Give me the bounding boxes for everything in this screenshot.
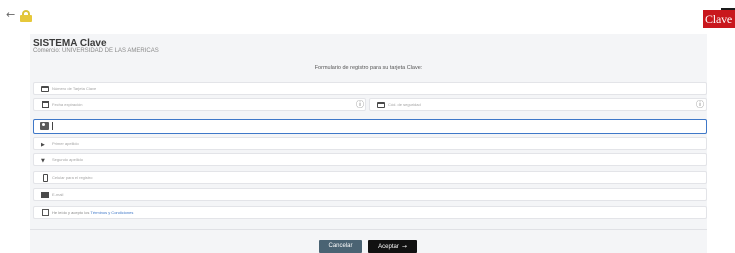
email-field[interactable]: E-mail [33, 188, 707, 201]
card-number-placeholder: Número de Tarjeta Clave [52, 86, 97, 91]
arrow-left-icon[interactable]: ← [6, 9, 15, 20]
divider [30, 229, 707, 230]
security-code-field[interactable]: Cód. de seguridad ⓘ [369, 98, 707, 111]
terms-checkbox[interactable] [42, 209, 49, 216]
mobile-placeholder: Celular para el registro [52, 175, 93, 180]
merchant-label: Comercio: UNIVERSIDAD DE LAS AMERICAS [33, 48, 159, 54]
email-placeholder: E-mail [52, 192, 64, 197]
terms-text: He leído y acepto los Términos y Condici… [52, 210, 133, 216]
security-code-placeholder: Cód. de seguridad [388, 102, 421, 107]
top-bar: ← [0, 0, 735, 22]
lock-body [20, 15, 32, 22]
arrow-right-icon: → [401, 243, 407, 250]
first-surname-field[interactable]: ▶ Primer apellido [33, 137, 707, 150]
help-icon[interactable]: ⓘ [696, 100, 704, 110]
cancel-button[interactable]: Cancelar [319, 240, 362, 253]
phone-icon [43, 174, 48, 182]
first-surname-placeholder: Primer apellido [52, 141, 79, 146]
accept-label: Aceptar [378, 244, 399, 250]
help-icon[interactable]: ⓘ [356, 100, 364, 110]
chevron-right-icon: ▶ [41, 141, 45, 148]
accept-button[interactable]: Aceptar → [368, 240, 417, 253]
expiry-field[interactable]: Fecha expiración ⓘ [33, 98, 366, 111]
lock-icon [20, 10, 32, 22]
text-cursor [52, 122, 53, 130]
mobile-field[interactable]: Celular para el registro [33, 171, 707, 184]
registration-panel: SISTEMA Clave Comercio: UNIVERSIDAD DE L… [30, 34, 707, 253]
calendar-icon [42, 101, 49, 108]
id-field[interactable] [33, 119, 707, 134]
id-card-icon [40, 122, 49, 130]
terms-row: He leído y acepto los Términos y Condici… [33, 206, 707, 219]
card-number-field[interactable]: Número de Tarjeta Clave [33, 82, 707, 95]
card-icon [377, 102, 385, 108]
form-title: Formulario de registro para su tarjeta C… [314, 65, 423, 71]
second-surname-placeholder: Segundo apellido [52, 157, 83, 162]
terms-link[interactable]: Términos y Condiciones [90, 210, 133, 215]
terms-prefix: He leído y acepto los [52, 210, 91, 215]
brand-logo: Clave [703, 10, 735, 28]
second-surname-field[interactable]: ▼ Segundo apellido [33, 153, 707, 166]
chevron-down-icon: ▼ [41, 157, 45, 164]
expiry-placeholder: Fecha expiración [52, 102, 83, 107]
credit-card-icon [41, 86, 49, 92]
cancel-label: Cancelar [328, 243, 353, 249]
mail-icon [41, 192, 49, 198]
